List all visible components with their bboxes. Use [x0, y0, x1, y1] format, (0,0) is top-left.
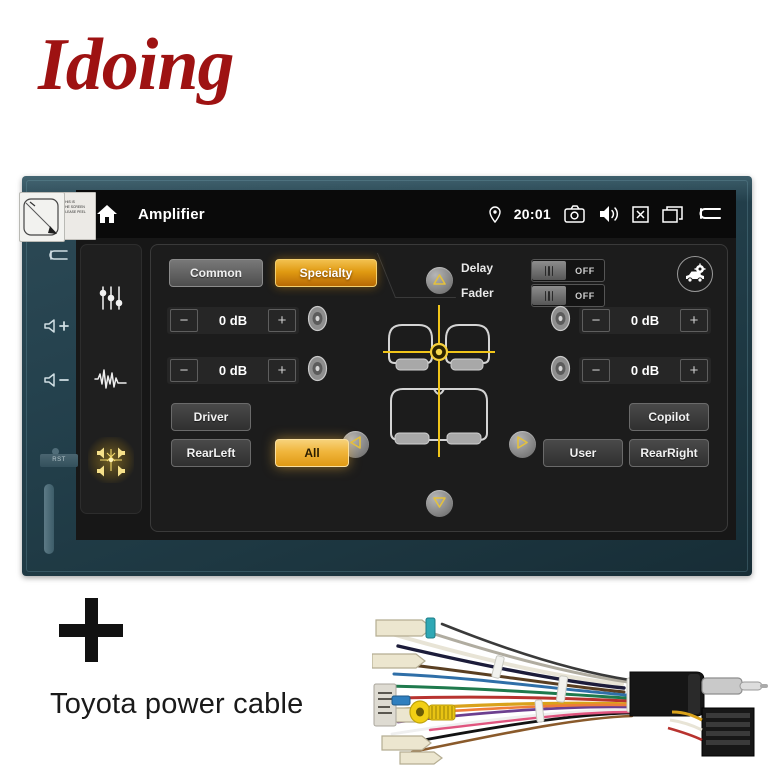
gain-stepper-rear-left: − 0 dB +: [167, 357, 299, 384]
recent-apps-icon[interactable]: [662, 205, 683, 223]
gain-value-front-right: 0 dB: [630, 313, 660, 328]
triangle-down-icon: [433, 495, 446, 513]
car-gear-icon[interactable]: [677, 256, 713, 292]
gain-value-rear-right: 0 dB: [630, 363, 660, 378]
rail-item-equalizer[interactable]: [88, 275, 134, 321]
sticker-text-block: THIS IS THE SCREEN PLEASE PEEL: [60, 192, 96, 240]
preset-user[interactable]: User: [543, 439, 623, 467]
car-seat-map[interactable]: [381, 297, 497, 482]
gain-minus-front-left[interactable]: −: [170, 309, 198, 332]
car-stereo-device: THIS IS THE SCREEN PLEASE PEEL RST Ampli…: [19, 176, 752, 576]
preset-all[interactable]: All: [275, 439, 349, 467]
device-slot: [44, 484, 54, 554]
wiring-harness-photo: [371, 612, 770, 772]
gain-row-rear-left: − 0 dB +: [167, 355, 331, 387]
back-icon[interactable]: [696, 205, 722, 223]
status-bar: Amplifier 20:01: [76, 190, 736, 238]
hardware-key-column: RST: [32, 236, 84, 554]
fader-toggle-knob: [532, 286, 566, 305]
gain-row-front-left: − 0 dB +: [167, 305, 331, 337]
nudge-right-button[interactable]: [509, 431, 536, 458]
gain-plus-front-right[interactable]: +: [680, 309, 708, 332]
triangle-left-icon: [350, 435, 361, 454]
location-pin-icon: [488, 205, 501, 223]
nudge-up-button[interactable]: [426, 267, 453, 294]
triangle-right-icon: [517, 435, 528, 454]
hardware-reset-key[interactable]: RST: [40, 454, 78, 467]
speaker-icon: [304, 355, 331, 387]
camera-icon[interactable]: [564, 205, 585, 223]
speaker-icon: [304, 305, 331, 337]
tab-common[interactable]: Common: [169, 259, 263, 287]
nudge-down-button[interactable]: [426, 490, 453, 517]
hardware-volume-up-key[interactable]: [32, 318, 84, 338]
hardware-volume-down-key[interactable]: [32, 372, 84, 392]
amplifier-panel: Common Specialty Delay OFF Fader OFF − 0…: [150, 244, 728, 532]
gain-stepper-front-left: − 0 dB +: [167, 307, 299, 334]
clock: 20:01: [513, 206, 551, 222]
rail-item-sound-effect[interactable]: [88, 356, 134, 402]
gain-minus-rear-left[interactable]: −: [170, 359, 198, 382]
cable-caption: Toyota power cable: [50, 688, 304, 720]
delay-label: Delay: [461, 261, 494, 275]
delay-toggle-state: OFF: [575, 265, 595, 276]
gain-value-rear-left: 0 dB: [218, 363, 248, 378]
plus-symbol: [59, 598, 123, 662]
fader-toggle-state: OFF: [575, 290, 595, 301]
screen-content: Common Specialty Delay OFF Fader OFF − 0…: [76, 238, 736, 540]
preset-rearright[interactable]: RearRight: [629, 439, 709, 467]
gain-stepper-rear-right: − 0 dB +: [579, 357, 711, 384]
delay-toggle[interactable]: OFF: [531, 259, 605, 282]
gain-minus-front-right[interactable]: −: [582, 309, 610, 332]
protective-film-sticker: [19, 192, 65, 242]
touchscreen: Amplifier 20:01 Common Specialty Delay O…: [76, 190, 736, 540]
triangle-up-icon: [433, 272, 446, 290]
tab-specialty[interactable]: Specialty: [275, 259, 377, 287]
volume-icon[interactable]: [598, 205, 619, 223]
preset-copilot[interactable]: Copilot: [629, 403, 709, 431]
speaker-icon: [547, 305, 574, 337]
delay-toggle-knob: [532, 261, 566, 280]
gain-plus-front-left[interactable]: +: [268, 309, 296, 332]
page-title: Amplifier: [138, 205, 205, 223]
gain-minus-rear-right[interactable]: −: [582, 359, 610, 382]
preset-rearleft[interactable]: RearLeft: [171, 439, 251, 467]
gain-value-front-left: 0 dB: [218, 313, 248, 328]
gain-stepper-front-right: − 0 dB +: [579, 307, 711, 334]
rail-item-balance[interactable]: [88, 437, 134, 484]
gain-row-rear-right: − 0 dB +: [547, 355, 711, 387]
gain-plus-rear-left[interactable]: +: [268, 359, 296, 382]
speaker-icon: [547, 355, 574, 387]
gain-row-front-right: − 0 dB +: [547, 305, 711, 337]
status-icons: 20:01: [488, 205, 736, 223]
close-box-icon[interactable]: [632, 205, 649, 223]
brand-logo: Idoing: [38, 24, 235, 106]
hardware-back-key[interactable]: [32, 248, 84, 268]
preset-driver[interactable]: Driver: [171, 403, 251, 431]
gain-plus-rear-right[interactable]: +: [680, 359, 708, 382]
app-rail: [80, 244, 142, 514]
sticker-line-3: PLEASE PEEL: [63, 210, 86, 214]
